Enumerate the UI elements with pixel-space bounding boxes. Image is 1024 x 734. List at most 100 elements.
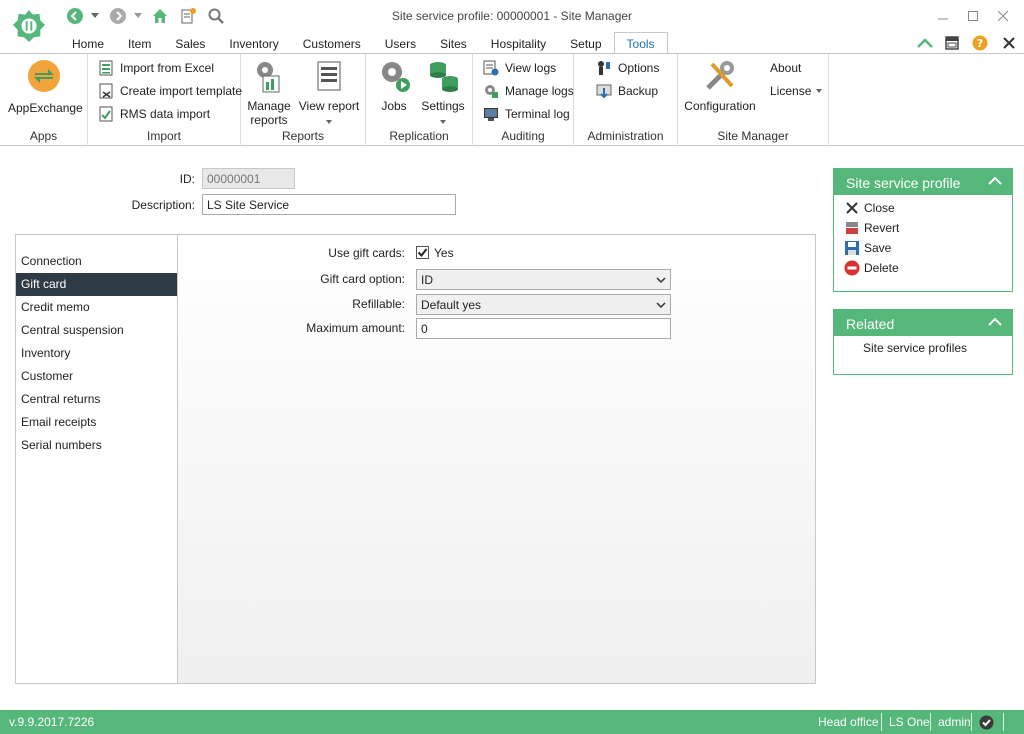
tab-users[interactable]: Users [373, 32, 428, 54]
location-text: Head office [818, 715, 879, 729]
title-bar: Site service profile: 00000001 - Site Ma… [0, 0, 1024, 43]
create-template-button[interactable]: Create import template [98, 81, 242, 101]
profile-panel-header[interactable]: Site service profile [834, 169, 1012, 195]
jobs-label: Jobs [381, 99, 407, 113]
template-icon [99, 83, 113, 99]
appexchange-label: AppExchange [8, 101, 83, 115]
nav-item-central-suspension[interactable]: Central suspension [16, 319, 177, 342]
nav-item-credit-memo[interactable]: Credit memo [16, 296, 177, 319]
close-document-icon[interactable] [1000, 34, 1018, 52]
import-excel-label: Import from Excel [120, 61, 215, 75]
nav-item-central-returns[interactable]: Central returns [16, 388, 177, 411]
window-layout-icon[interactable] [943, 34, 961, 52]
version-text: v.9.9.2017.7226 [9, 715, 95, 729]
options-button[interactable]: Options [596, 58, 659, 78]
save-action[interactable]: Save [844, 239, 891, 257]
refillable-select[interactable]: Default yes [416, 294, 671, 315]
tab-home[interactable]: Home [60, 32, 116, 54]
group-label-administration: Administration [587, 129, 664, 143]
rms-import-label: RMS data import [120, 107, 211, 121]
svg-text:?: ? [977, 37, 983, 50]
view-logs-label: View logs [505, 61, 557, 75]
view-report-label: View report [298, 99, 360, 113]
configuration-icon [706, 61, 734, 90]
status-check-icon[interactable] [979, 715, 994, 730]
tab-item[interactable]: Item [116, 32, 163, 54]
tab-customers[interactable]: Customers [291, 32, 373, 54]
gift-card-panel: Use gift cards: Yes Gift card option: ID… [177, 234, 816, 684]
group-label-site-manager: Site Manager [717, 129, 789, 143]
tab-tools[interactable]: Tools [613, 32, 668, 54]
status-separator [1003, 713, 1004, 731]
manage-logs-icon [485, 85, 498, 98]
nav-item-customer[interactable]: Customer [16, 365, 177, 388]
backup-button[interactable]: Backup [596, 81, 658, 101]
configuration-button[interactable]: Configuration [682, 58, 758, 113]
backup-label: Backup [618, 84, 659, 98]
user-text: admin [938, 715, 971, 729]
maximum-amount-label: Maximum amount: [306, 321, 405, 335]
close-button[interactable] [988, 5, 1018, 27]
gift-card-option-value: ID [421, 273, 433, 287]
description-label: Description: [131, 198, 195, 212]
refillable-label: Refillable: [352, 297, 405, 311]
section-nav: Connection Gift card Credit memo Central su… [15, 234, 177, 684]
excel-icon [99, 60, 113, 76]
nav-item-connection[interactable]: Connection [16, 250, 177, 273]
revert-action[interactable]: Revert [844, 219, 899, 237]
related-panel-header[interactable]: Related [834, 310, 1012, 336]
description-field[interactable]: LS Site Service [202, 194, 456, 215]
terminal-log-button[interactable]: Terminal log [483, 104, 570, 124]
about-button[interactable]: About [770, 58, 801, 78]
tab-sales[interactable]: Sales [163, 32, 217, 54]
nav-item-gift-card[interactable]: Gift card [16, 273, 177, 296]
related-panel: Related Site service profiles [833, 309, 1013, 375]
tab-inventory[interactable]: Inventory [217, 32, 290, 54]
revert-action-label: Revert [864, 221, 900, 235]
maximum-amount-input[interactable]: 0 [416, 318, 671, 339]
license-button[interactable]: License [770, 81, 823, 101]
jobs-button[interactable]: Jobs [372, 58, 416, 113]
maximize-icon [968, 11, 978, 21]
tab-hospitality[interactable]: Hospitality [479, 32, 558, 54]
maximize-button[interactable] [958, 5, 988, 27]
nav-item-serial-numbers[interactable]: Serial numbers [16, 434, 177, 457]
nav-item-email-receipts[interactable]: Email receipts [16, 411, 177, 434]
group-administration: Options Backup Administration [574, 54, 678, 146]
delete-action[interactable]: Delete [844, 259, 899, 277]
group-label-replication: Replication [389, 129, 449, 143]
use-gift-cards-checkbox[interactable] [416, 246, 429, 259]
appexchange-icon [28, 60, 60, 92]
options-icon [598, 61, 610, 75]
gift-card-option-label: Gift card option: [320, 272, 405, 286]
group-site-manager: Configuration About License Site Manager [678, 54, 829, 146]
import-excel-button[interactable]: Import from Excel [98, 58, 214, 78]
view-logs-button[interactable]: View logs [483, 58, 556, 78]
manage-reports-button[interactable]: Manage reports [245, 58, 293, 127]
group-replication: Jobs Settings Replication [366, 54, 473, 146]
gift-card-option-select[interactable]: ID [416, 269, 671, 290]
appexchange-button[interactable]: AppExchange [8, 58, 83, 115]
collapse-ribbon-icon[interactable] [916, 34, 934, 52]
window-title: Site service profile: 00000001 - Site Ma… [391, 9, 633, 23]
help-icon[interactable]: ? [971, 34, 989, 52]
checkmark-icon [417, 248, 428, 258]
close-icon [846, 202, 858, 214]
status-separator [930, 713, 931, 731]
nav-item-inventory[interactable]: Inventory [16, 342, 177, 365]
close-action[interactable]: Close [844, 199, 895, 217]
minimize-button[interactable] [928, 5, 958, 27]
group-label-auditing: Auditing [501, 129, 545, 143]
settings-dropdown-icon [440, 120, 446, 124]
manage-logs-label: Manage logs [505, 84, 574, 98]
database-settings-icon [430, 62, 458, 92]
site-service-profiles-link[interactable]: Site service profiles [863, 341, 967, 355]
create-template-label: Create import template [120, 84, 243, 98]
tab-setup[interactable]: Setup [558, 32, 613, 54]
settings-button[interactable]: Settings [418, 58, 468, 127]
manage-logs-button[interactable]: Manage logs [483, 81, 574, 101]
tab-sites[interactable]: Sites [428, 32, 479, 54]
view-report-button[interactable]: View report [297, 58, 361, 127]
rms-import-button[interactable]: RMS data import [98, 104, 210, 124]
id-field[interactable]: 00000001 [202, 168, 295, 189]
